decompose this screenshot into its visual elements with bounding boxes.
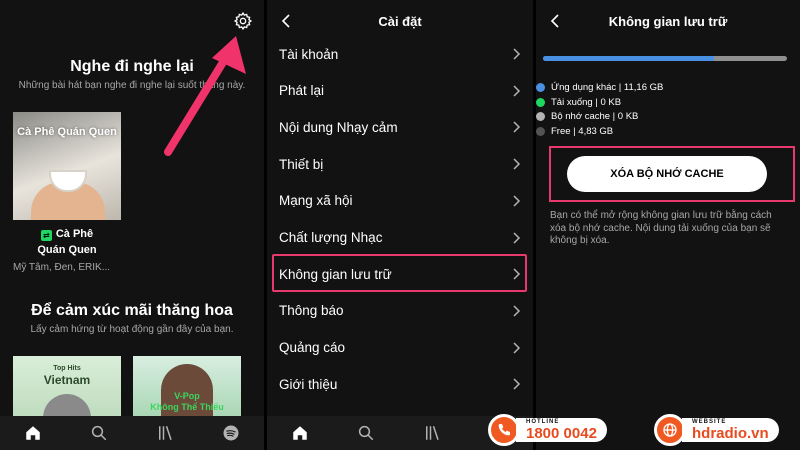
- settings-item-label: Tài khoản: [279, 46, 339, 62]
- legend-label: Free | 4,83 GB: [551, 125, 614, 137]
- settings-screen: Cài đặt Tài khoản Phát lại Nội dung Nhạy c…: [267, 0, 533, 450]
- library-icon: [159, 426, 172, 440]
- settings-item-label: Thiết bị: [279, 156, 324, 172]
- playlist-name[interactable]: ⇄ Cà Phê: [13, 228, 121, 241]
- playlist-name-line2: Quán Quen: [37, 244, 97, 256]
- settings-item[interactable]: Chất lượng Nhạc: [267, 222, 533, 254]
- legend-dot: [536, 97, 545, 107]
- hotline-number: 1800 0042: [526, 425, 597, 442]
- shuffle-icon: ⇄: [40, 230, 52, 241]
- settings-item[interactable]: Giới thiệu: [267, 368, 533, 400]
- cover-small-text: Top Hits: [53, 365, 81, 372]
- storage-legend-item: Free | 4,83 GB: [536, 126, 613, 137]
- storage-legend-item: Tải xuống | 0 KB: [536, 97, 621, 108]
- legend-dot: [536, 83, 545, 92]
- mood-section-subtitle: Lấy cảm hứng từ hoạt động gần đây của bạ…: [30, 324, 234, 335]
- vpop-cover[interactable]: V-Pop Không Thể Thiếu: [133, 356, 241, 418]
- nav-search[interactable]: [66, 416, 132, 450]
- chevron-right-icon: [513, 121, 521, 133]
- settings-item-label: Quảng cáo: [279, 340, 346, 356]
- settings-item[interactable]: Thông báo: [267, 295, 533, 327]
- storage-legend-item: Bộ nhớ cache | 0 KB: [536, 111, 638, 122]
- nav-home[interactable]: [0, 416, 66, 450]
- chevron-right-icon: [513, 158, 521, 170]
- chevron-right-icon: [513, 378, 521, 390]
- settings-item[interactable]: Quảng cáo: [267, 332, 533, 364]
- playlist-artists: Mỹ Tâm, Đen, ERIK...: [13, 262, 111, 273]
- legend-dot: [536, 112, 545, 121]
- chevron-right-icon: [513, 195, 521, 207]
- playlist-name-line1: Cà Phê: [55, 228, 94, 240]
- storage-title: Không gian lưu trữ: [608, 14, 728, 29]
- settings-item-label: Giới thiệu: [279, 376, 338, 392]
- playlist-cover-title: Cà Phê Quán Quen: [17, 126, 117, 138]
- nav-spotify[interactable]: [198, 416, 264, 450]
- cover-line2-text: Không Thể Thiếu: [150, 402, 224, 412]
- settings-item-label: Mạng xã hội: [279, 193, 353, 209]
- storage-item-highlight: [272, 254, 527, 292]
- settings-item-label: Nội dung Nhạy cảm: [279, 119, 398, 135]
- clear-cache-button[interactable]: XÓA BỘ NHỚ CACHE: [567, 156, 767, 192]
- nav-library[interactable]: [399, 416, 465, 450]
- settings-item[interactable]: Phát lại: [267, 75, 533, 107]
- website-badge: WEBSITE hdradio.vn: [654, 414, 779, 446]
- legend-label: Tải xuống | 0 KB: [551, 96, 622, 108]
- settings-title: Cài đặt: [378, 14, 422, 29]
- playlist-cover[interactable]: Cà Phê Quán Quen: [13, 112, 121, 220]
- website-url: hdradio.vn: [692, 425, 769, 442]
- cover-big-text: Vietnam: [43, 373, 91, 387]
- cover-face-shape: [43, 394, 91, 418]
- mood-section-title: Để cảm xúc mãi thăng hoa: [31, 302, 233, 319]
- hotline-pill: HOTLINE 1800 0042: [516, 418, 607, 442]
- legend-dot: [536, 126, 545, 136]
- chevron-right-icon: [513, 305, 521, 317]
- search-icon: [91, 425, 107, 441]
- home-icon: [26, 426, 40, 440]
- legend-label: Ứng dụng khác | 11,16 GB: [551, 82, 664, 93]
- nav-search[interactable]: [333, 416, 399, 450]
- nav-home[interactable]: [267, 416, 333, 450]
- cover-line1-text: V-Pop: [174, 391, 200, 401]
- chevron-right-icon: [513, 48, 521, 60]
- top-hits-cover[interactable]: Top Hits Vietnam: [13, 356, 121, 418]
- website-pill: WEBSITE hdradio.vn: [682, 418, 779, 442]
- storage-legend-item: Ứng dụng khác | 11,16 GB: [536, 82, 663, 93]
- settings-item[interactable]: Nội dung Nhạy cảm: [267, 111, 533, 143]
- nav-library[interactable]: [132, 416, 198, 450]
- library-icon: [426, 426, 439, 440]
- pointer-arrow-icon: [164, 36, 246, 156]
- settings-item[interactable]: Mạng xã hội: [267, 185, 533, 217]
- settings-item-label: Chất lượng Nhạc: [279, 230, 383, 245]
- settings-item-label: Phát lại: [279, 83, 325, 99]
- spotify-icon: [223, 425, 239, 441]
- chevron-right-icon: [513, 85, 521, 97]
- bottom-nav: [0, 416, 264, 450]
- chevron-right-icon: [513, 231, 521, 244]
- settings-item-label: Thông báo: [279, 303, 344, 319]
- home-screen: Nghe đi nghe lại Những bài hát bạn nghe …: [0, 0, 264, 450]
- gear-icon[interactable]: [233, 11, 253, 31]
- hotline-badge: HOTLINE 1800 0042: [488, 414, 607, 446]
- settings-item[interactable]: Tài khoản: [267, 38, 533, 70]
- home-icon: [293, 426, 307, 440]
- storage-usage-fill: [543, 56, 714, 61]
- legend-label: Bộ nhớ cache | 0 KB: [551, 111, 639, 122]
- chevron-right-icon: [513, 342, 521, 354]
- storage-description: Bạn có thể mở rộng không gian lưu trữ bằ…: [550, 210, 772, 246]
- settings-item[interactable]: Thiết bị: [267, 148, 533, 180]
- storage-usage-bar: [543, 56, 787, 61]
- search-icon: [358, 425, 374, 441]
